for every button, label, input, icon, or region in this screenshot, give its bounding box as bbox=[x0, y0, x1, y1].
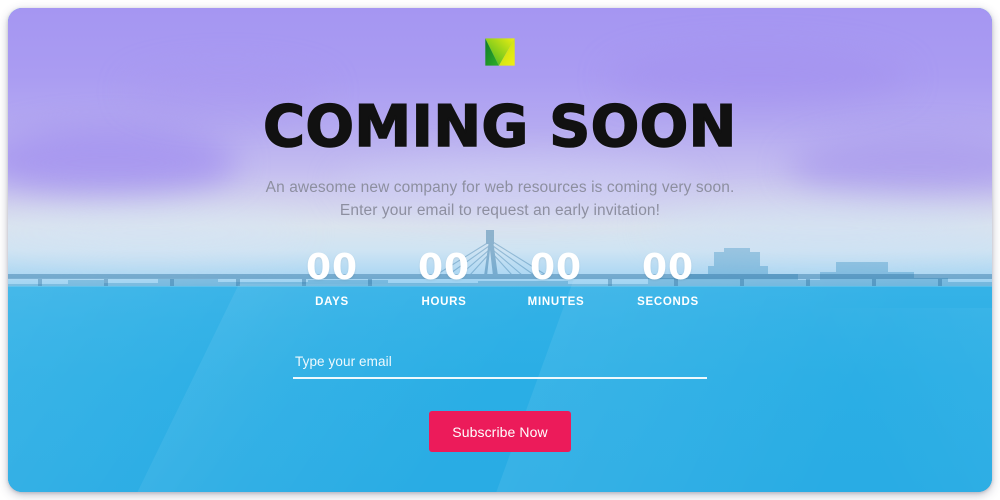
countdown-unit-days: 00 DAYS bbox=[276, 247, 388, 309]
m-checkmark-logo-icon bbox=[485, 38, 515, 66]
coming-soon-hero-card: COMING SOON An awesome new company for w… bbox=[8, 8, 992, 492]
brand-logo[interactable] bbox=[479, 31, 521, 73]
countdown-seconds-value: 00 bbox=[641, 247, 695, 288]
page-subtitle: An awesome new company for web resources… bbox=[266, 176, 735, 222]
subtitle-line-2: Enter your email to request an early inv… bbox=[339, 202, 661, 219]
countdown-unit-hours: 00 HOURS bbox=[388, 247, 500, 309]
countdown-seconds-label: SECONDS bbox=[637, 296, 699, 308]
countdown-unit-minutes: 00 MINUTES bbox=[500, 247, 612, 309]
countdown-minutes-label: MINUTES bbox=[527, 296, 585, 308]
countdown-unit-seconds: 00 SECONDS bbox=[612, 247, 724, 309]
hero-content: COMING SOON An awesome new company for w… bbox=[8, 8, 992, 492]
countdown-timer: 00 DAYS 00 HOURS 00 MINUTES 00 SECONDS bbox=[276, 247, 724, 309]
subscribe-button[interactable]: Subscribe Now bbox=[429, 411, 571, 452]
page-title: COMING SOON bbox=[262, 94, 737, 160]
email-field-wrapper bbox=[293, 350, 707, 379]
screenshot-root: COMING SOON An awesome new company for w… bbox=[0, 0, 1000, 500]
countdown-minutes-value: 00 bbox=[529, 247, 583, 288]
email-input[interactable] bbox=[293, 350, 707, 379]
countdown-hours-value: 00 bbox=[417, 247, 471, 288]
subtitle-line-1: An awesome new company for web resources… bbox=[265, 179, 735, 196]
countdown-days-label: DAYS bbox=[315, 296, 349, 308]
countdown-days-value: 00 bbox=[305, 247, 359, 288]
countdown-hours-label: HOURS bbox=[421, 296, 467, 308]
